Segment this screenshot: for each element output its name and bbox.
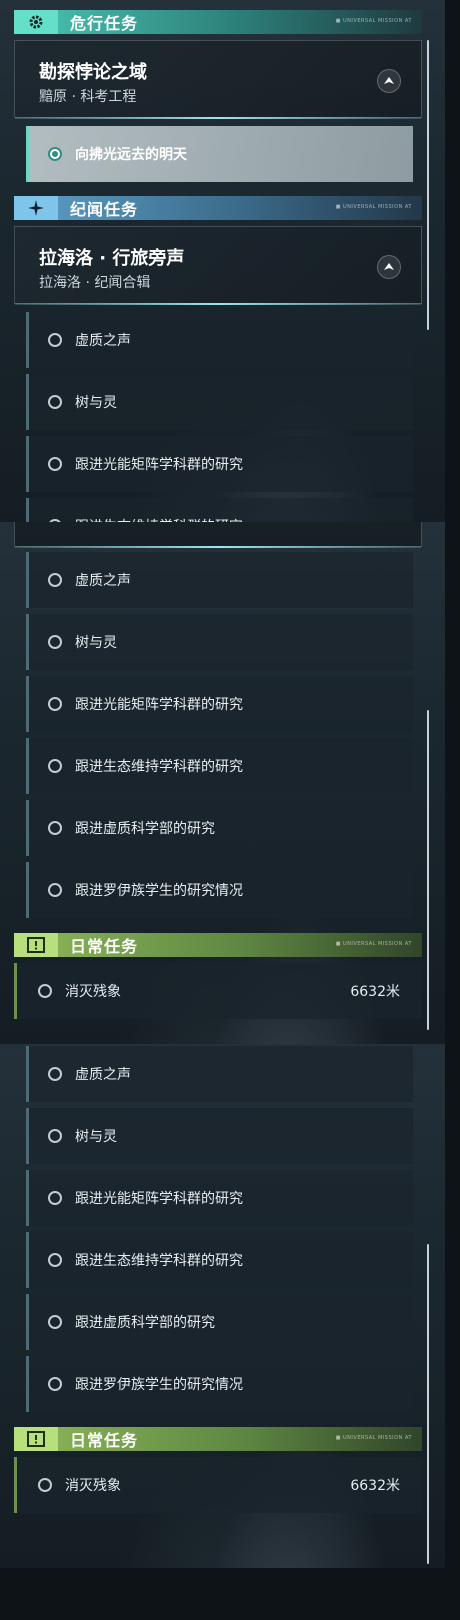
task-label: 跟进光能矩阵学科群的研究	[75, 697, 243, 713]
task-label: 跟进虚质科学部的研究	[75, 1315, 215, 1331]
task-item[interactable]: 虚质之声	[26, 312, 413, 368]
task-item[interactable]: 跟进生态维持学科群的研究	[26, 738, 413, 794]
task-label: 向拂光远去的明天	[75, 147, 187, 163]
radio-icon	[48, 457, 62, 471]
task-label: 跟进光能矩阵学科群的研究	[75, 1191, 243, 1207]
task-item[interactable]: 跟进生态维持学科群的研究	[26, 498, 413, 522]
mission-subtitle: 黯原 · 科考工程	[39, 89, 137, 105]
task-label: 树与灵	[75, 1129, 117, 1145]
exclamation-icon	[14, 933, 58, 957]
task-label: 跟进罗伊族学生的研究情况	[75, 1377, 243, 1393]
task-item[interactable]: 虚质之声	[26, 552, 413, 608]
task-item[interactable]: 树与灵	[26, 614, 413, 670]
radio-icon	[48, 1377, 62, 1391]
task-label: 虚质之声	[75, 333, 131, 349]
radio-icon	[48, 1253, 62, 1267]
section-tagline: ■ UNIVERSAL MISSION AT	[335, 941, 412, 947]
section-title: 日常任务	[70, 937, 139, 956]
task-label: 跟进虚质科学部的研究	[75, 821, 215, 837]
radio-icon	[48, 1315, 62, 1329]
task-item-active[interactable]: 向拂光远去的明天	[26, 126, 413, 182]
section-tagline: ■ UNIVERSAL MISSION AT	[335, 204, 412, 210]
radio-icon	[48, 573, 62, 587]
task-item[interactable]: 跟进罗伊族学生的研究情况	[26, 862, 413, 918]
task-label: 跟进生态维持学科群的研究	[75, 1253, 243, 1269]
radio-icon	[48, 1191, 62, 1205]
task-label: 跟进罗伊族学生的研究情况	[75, 883, 243, 899]
card-underline	[15, 546, 421, 548]
gear-icon	[14, 10, 58, 34]
section-header-danger: 危行任务 ■ UNIVERSAL MISSION AT	[14, 10, 422, 34]
radio-icon	[38, 984, 52, 998]
scrollbar[interactable]	[427, 40, 429, 330]
scrollbar[interactable]	[427, 710, 429, 1030]
task-item[interactable]: 跟进虚质科学部的研究	[26, 1294, 413, 1350]
task-label: 树与灵	[75, 635, 117, 651]
collapse-icon[interactable]	[377, 69, 401, 93]
quest-panel-bottom: 虚质之声 树与灵 跟进光能矩阵学科群的研究 跟进生态维持学科群的研究 跟进虚质科…	[0, 1044, 445, 1568]
distance-value: 6632米	[350, 984, 400, 1000]
mission-card-story[interactable]: 拉海洛 · 行旅旁声 拉海洛 · 纪闻合辑	[14, 226, 422, 305]
quest-panel-top: 危行任务 ■ UNIVERSAL MISSION AT 勘探悖论之域 黯原 · …	[0, 0, 445, 522]
task-item[interactable]: 跟进光能矩阵学科群的研究	[26, 1170, 413, 1226]
section-title: 纪闻任务	[70, 200, 139, 219]
exclamation-icon	[14, 1427, 58, 1451]
radio-icon	[48, 395, 62, 409]
card-underline	[15, 303, 421, 305]
mission-title: 拉海洛 · 行旅旁声	[39, 248, 185, 269]
section-title: 危行任务	[70, 14, 139, 33]
sparkle-icon	[14, 196, 58, 220]
radio-selected-icon	[48, 147, 62, 161]
mission-card-story[interactable]	[14, 522, 422, 548]
daily-task-item[interactable]: 消灭残象 6632米	[14, 963, 422, 1019]
quest-panel-middle: 虚质之声 树与灵 跟进光能矩阵学科群的研究 跟进生态维持学科群的研究 跟进虚质科…	[0, 522, 445, 1044]
distance-value: 6632米	[350, 1478, 400, 1494]
collapse-icon[interactable]	[377, 255, 401, 279]
section-header-daily: 日常任务 ■ UNIVERSAL MISSION AT	[14, 1427, 422, 1451]
radio-icon	[48, 759, 62, 773]
task-item[interactable]: 跟进罗伊族学生的研究情况	[26, 1356, 413, 1412]
section-header-story: 纪闻任务 ■ UNIVERSAL MISSION AT	[14, 196, 422, 220]
radio-icon	[38, 1478, 52, 1492]
task-item[interactable]: 跟进生态维持学科群的研究	[26, 1232, 413, 1288]
card-underline	[15, 117, 421, 119]
task-item[interactable]: 跟进光能矩阵学科群的研究	[26, 436, 413, 492]
radio-icon	[48, 635, 62, 649]
task-label: 跟进光能矩阵学科群的研究	[75, 457, 243, 473]
task-item[interactable]: 树与灵	[26, 374, 413, 430]
task-label: 消灭残象	[65, 984, 121, 1000]
task-label: 虚质之声	[75, 1067, 131, 1083]
radio-icon	[48, 821, 62, 835]
task-label: 虚质之声	[75, 573, 131, 589]
section-header-daily: 日常任务 ■ UNIVERSAL MISSION AT	[14, 933, 422, 957]
section-title: 日常任务	[70, 1431, 139, 1450]
task-item[interactable]: 跟进虚质科学部的研究	[26, 800, 413, 856]
radio-icon	[48, 333, 62, 347]
radio-icon	[48, 697, 62, 711]
radio-icon	[48, 1067, 62, 1081]
task-item[interactable]: 树与灵	[26, 1108, 413, 1164]
task-item[interactable]: 虚质之声	[26, 1046, 413, 1102]
mission-card-danger[interactable]: 勘探悖论之域 黯原 · 科考工程	[14, 40, 422, 119]
section-tagline: ■ UNIVERSAL MISSION AT	[335, 1435, 412, 1441]
task-label: 树与灵	[75, 395, 117, 411]
mission-subtitle: 拉海洛 · 纪闻合辑	[39, 275, 151, 291]
radio-icon	[48, 883, 62, 897]
daily-task-item[interactable]: 消灭残象 6632米	[14, 1457, 422, 1513]
task-label: 跟进生态维持学科群的研究	[75, 759, 243, 775]
task-item[interactable]: 跟进光能矩阵学科群的研究	[26, 676, 413, 732]
radio-icon	[48, 1129, 62, 1143]
task-label: 消灭残象	[65, 1478, 121, 1494]
section-tagline: ■ UNIVERSAL MISSION AT	[335, 18, 412, 24]
scrollbar[interactable]	[427, 1244, 429, 1564]
mission-title: 勘探悖论之域	[39, 62, 147, 83]
